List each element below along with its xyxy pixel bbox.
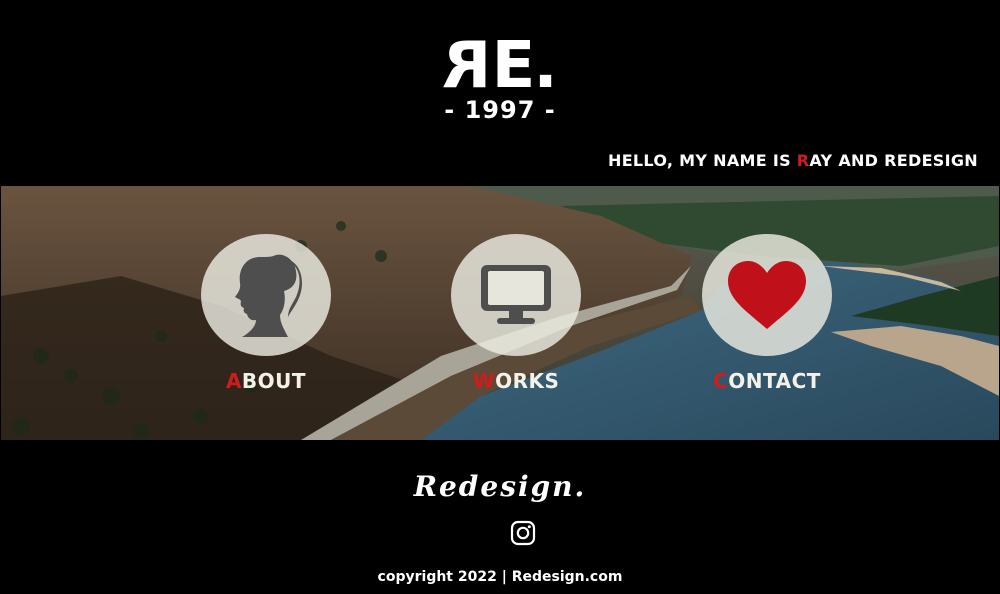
works-label[interactable]: WORKS (436, 369, 596, 393)
monitor-icon (481, 265, 551, 324)
contact-label[interactable]: CONTACT (687, 369, 847, 393)
instagram-icon[interactable] (510, 520, 536, 546)
site-logo[interactable]: RE. (0, 29, 1000, 103)
hello-text-end: AY AND REDESIGN (809, 151, 978, 170)
hello-tagline: HELLO, MY NAME IS RAY AND REDESIGN (608, 151, 978, 170)
nav-about[interactable]: ABOUT (186, 234, 346, 393)
about-label[interactable]: ABOUT (186, 369, 346, 393)
works-circle-button[interactable] (451, 234, 581, 356)
hero-banner: ABOUT WORKS CONTACT (1, 186, 999, 440)
nav-contact[interactable]: CONTACT (687, 234, 847, 393)
about-circle-button[interactable] (201, 234, 331, 356)
nav-works[interactable]: WORKS (436, 234, 596, 393)
heart-icon (728, 261, 806, 329)
works-label-first-letter: W (472, 369, 496, 393)
site-header: RE. - 1997 - HELLO, MY NAME IS RAY AND R… (0, 0, 1000, 186)
about-label-first-letter: A (225, 369, 242, 393)
contact-circle-button[interactable] (702, 234, 832, 356)
contact-label-first-letter: C (713, 369, 729, 393)
woman-silhouette-icon (235, 254, 302, 337)
logo-mirrored-r: R (444, 29, 492, 103)
hello-text-start: HELLO, MY NAME IS (608, 151, 797, 170)
works-label-rest: ORKS (495, 369, 560, 393)
logo-text: E. (491, 29, 558, 103)
logo-year: - 1997 - (444, 96, 556, 124)
hello-highlight-letter: R (796, 151, 810, 170)
copyright-text: copyright 2022 | Redesign.com (377, 569, 623, 585)
contact-label-rest: ONTACT (728, 369, 821, 393)
about-label-rest: BOUT (241, 369, 307, 393)
footer-brand-script: Redesign. (413, 470, 587, 503)
